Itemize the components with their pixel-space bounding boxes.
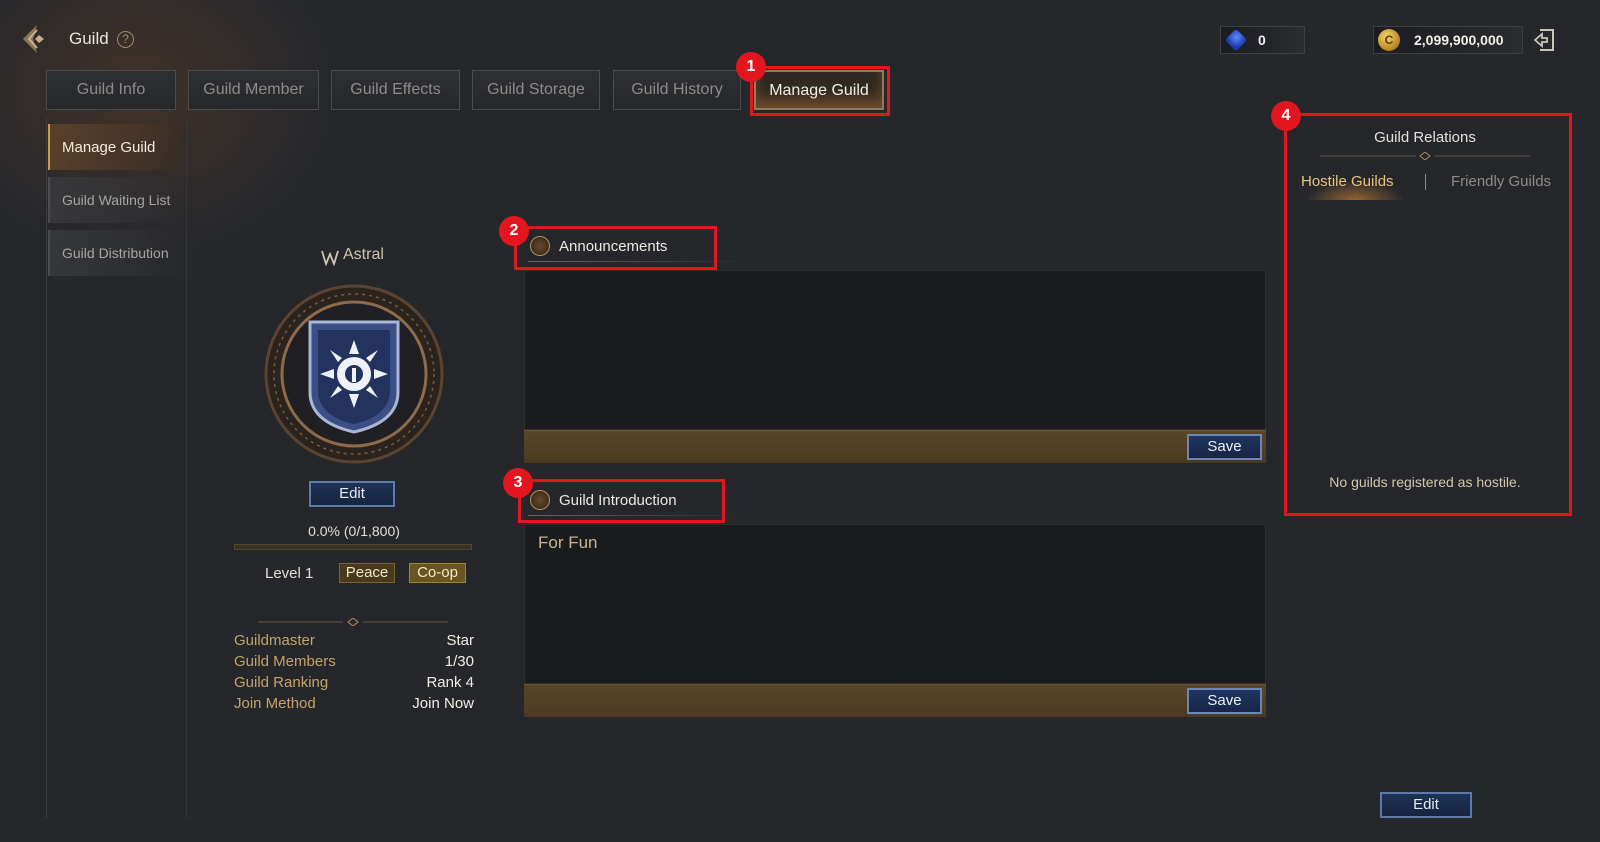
info-row-guildmaster: Guildmaster Star <box>234 632 474 649</box>
annotation-badge-4: 4 <box>1271 101 1301 131</box>
back-arrow-icon[interactable] <box>20 22 54 56</box>
tab-guild-info[interactable]: Guild Info <box>46 70 176 110</box>
annotation-badge-2: 2 <box>499 216 529 246</box>
info-value: 1/30 <box>444 653 474 670</box>
announcements-save-button[interactable]: Save <box>1187 434 1262 460</box>
tab-guild-storage[interactable]: Guild Storage <box>472 70 600 110</box>
info-row-join-method: Join Method Join Now <box>234 695 474 712</box>
peace-tag: Peace <box>339 563 395 583</box>
guild-level: Level 1 <box>265 565 314 582</box>
help-icon[interactable]: ? <box>117 31 134 48</box>
tab-guild-history[interactable]: Guild History <box>613 70 741 110</box>
announcements-textarea[interactable] <box>524 270 1266 430</box>
info-value: Join Now <box>412 695 474 712</box>
coop-tag: Co-op <box>409 563 466 583</box>
ornamental-divider <box>258 618 448 626</box>
info-value: Star <box>446 632 474 649</box>
tab-guild-member[interactable]: Guild Member <box>188 70 319 110</box>
guild-name: Astral <box>343 246 384 263</box>
announcements-footer <box>524 430 1266 463</box>
tab-guild-effects[interactable]: Guild Effects <box>331 70 460 110</box>
sidebar-item-guild-waiting-list[interactable]: Guild Waiting List <box>48 177 186 223</box>
sidebar-divider <box>186 118 187 818</box>
sidebar-border <box>46 118 47 818</box>
guild-exp-bar <box>234 544 472 550</box>
sidebar-item-guild-distribution[interactable]: Guild Distribution <box>48 230 186 276</box>
info-value: Rank 4 <box>426 674 474 691</box>
exit-icon[interactable] <box>1532 27 1558 53</box>
info-row-guild-members: Guild Members 1/30 <box>234 653 474 670</box>
gem-balance: 0 <box>1220 26 1305 54</box>
info-key: Guild Members <box>234 653 336 670</box>
relations-edit-button[interactable]: Edit <box>1380 792 1472 818</box>
annotation-badge-3: 3 <box>503 468 533 498</box>
annotation-badge-1: 1 <box>736 52 766 82</box>
introduction-textarea[interactable] <box>524 524 1266 684</box>
gold-coin-icon: C <box>1378 29 1400 51</box>
annotation-box-1 <box>750 66 890 116</box>
guild-crest-icon <box>321 250 339 266</box>
info-key: Guildmaster <box>234 632 315 649</box>
info-key: Join Method <box>234 695 316 712</box>
page-title: Guild <box>69 29 109 48</box>
introduction-text: For Fun <box>538 533 598 552</box>
annotation-box-4 <box>1284 113 1572 516</box>
introduction-save-button[interactable]: Save <box>1187 688 1262 714</box>
edit-emblem-button[interactable]: Edit <box>309 481 395 507</box>
info-row-guild-ranking: Guild Ranking Rank 4 <box>234 674 474 691</box>
info-key: Guild Ranking <box>234 674 329 691</box>
guild-emblem-icon[interactable] <box>262 282 446 466</box>
annotation-box-3 <box>518 479 725 523</box>
sidebar-item-manage-guild[interactable]: Manage Guild <box>48 124 186 170</box>
introduction-footer <box>524 684 1266 717</box>
gold-balance: C 2,099,900,000 <box>1373 26 1523 54</box>
gem-value: 0 <box>1258 32 1266 48</box>
gold-value: 2,099,900,000 <box>1414 32 1504 48</box>
guild-exp-text: 0.0% (0/1,800) <box>308 523 400 539</box>
annotation-box-2 <box>514 226 717 270</box>
sapphire-icon <box>1224 28 1248 52</box>
